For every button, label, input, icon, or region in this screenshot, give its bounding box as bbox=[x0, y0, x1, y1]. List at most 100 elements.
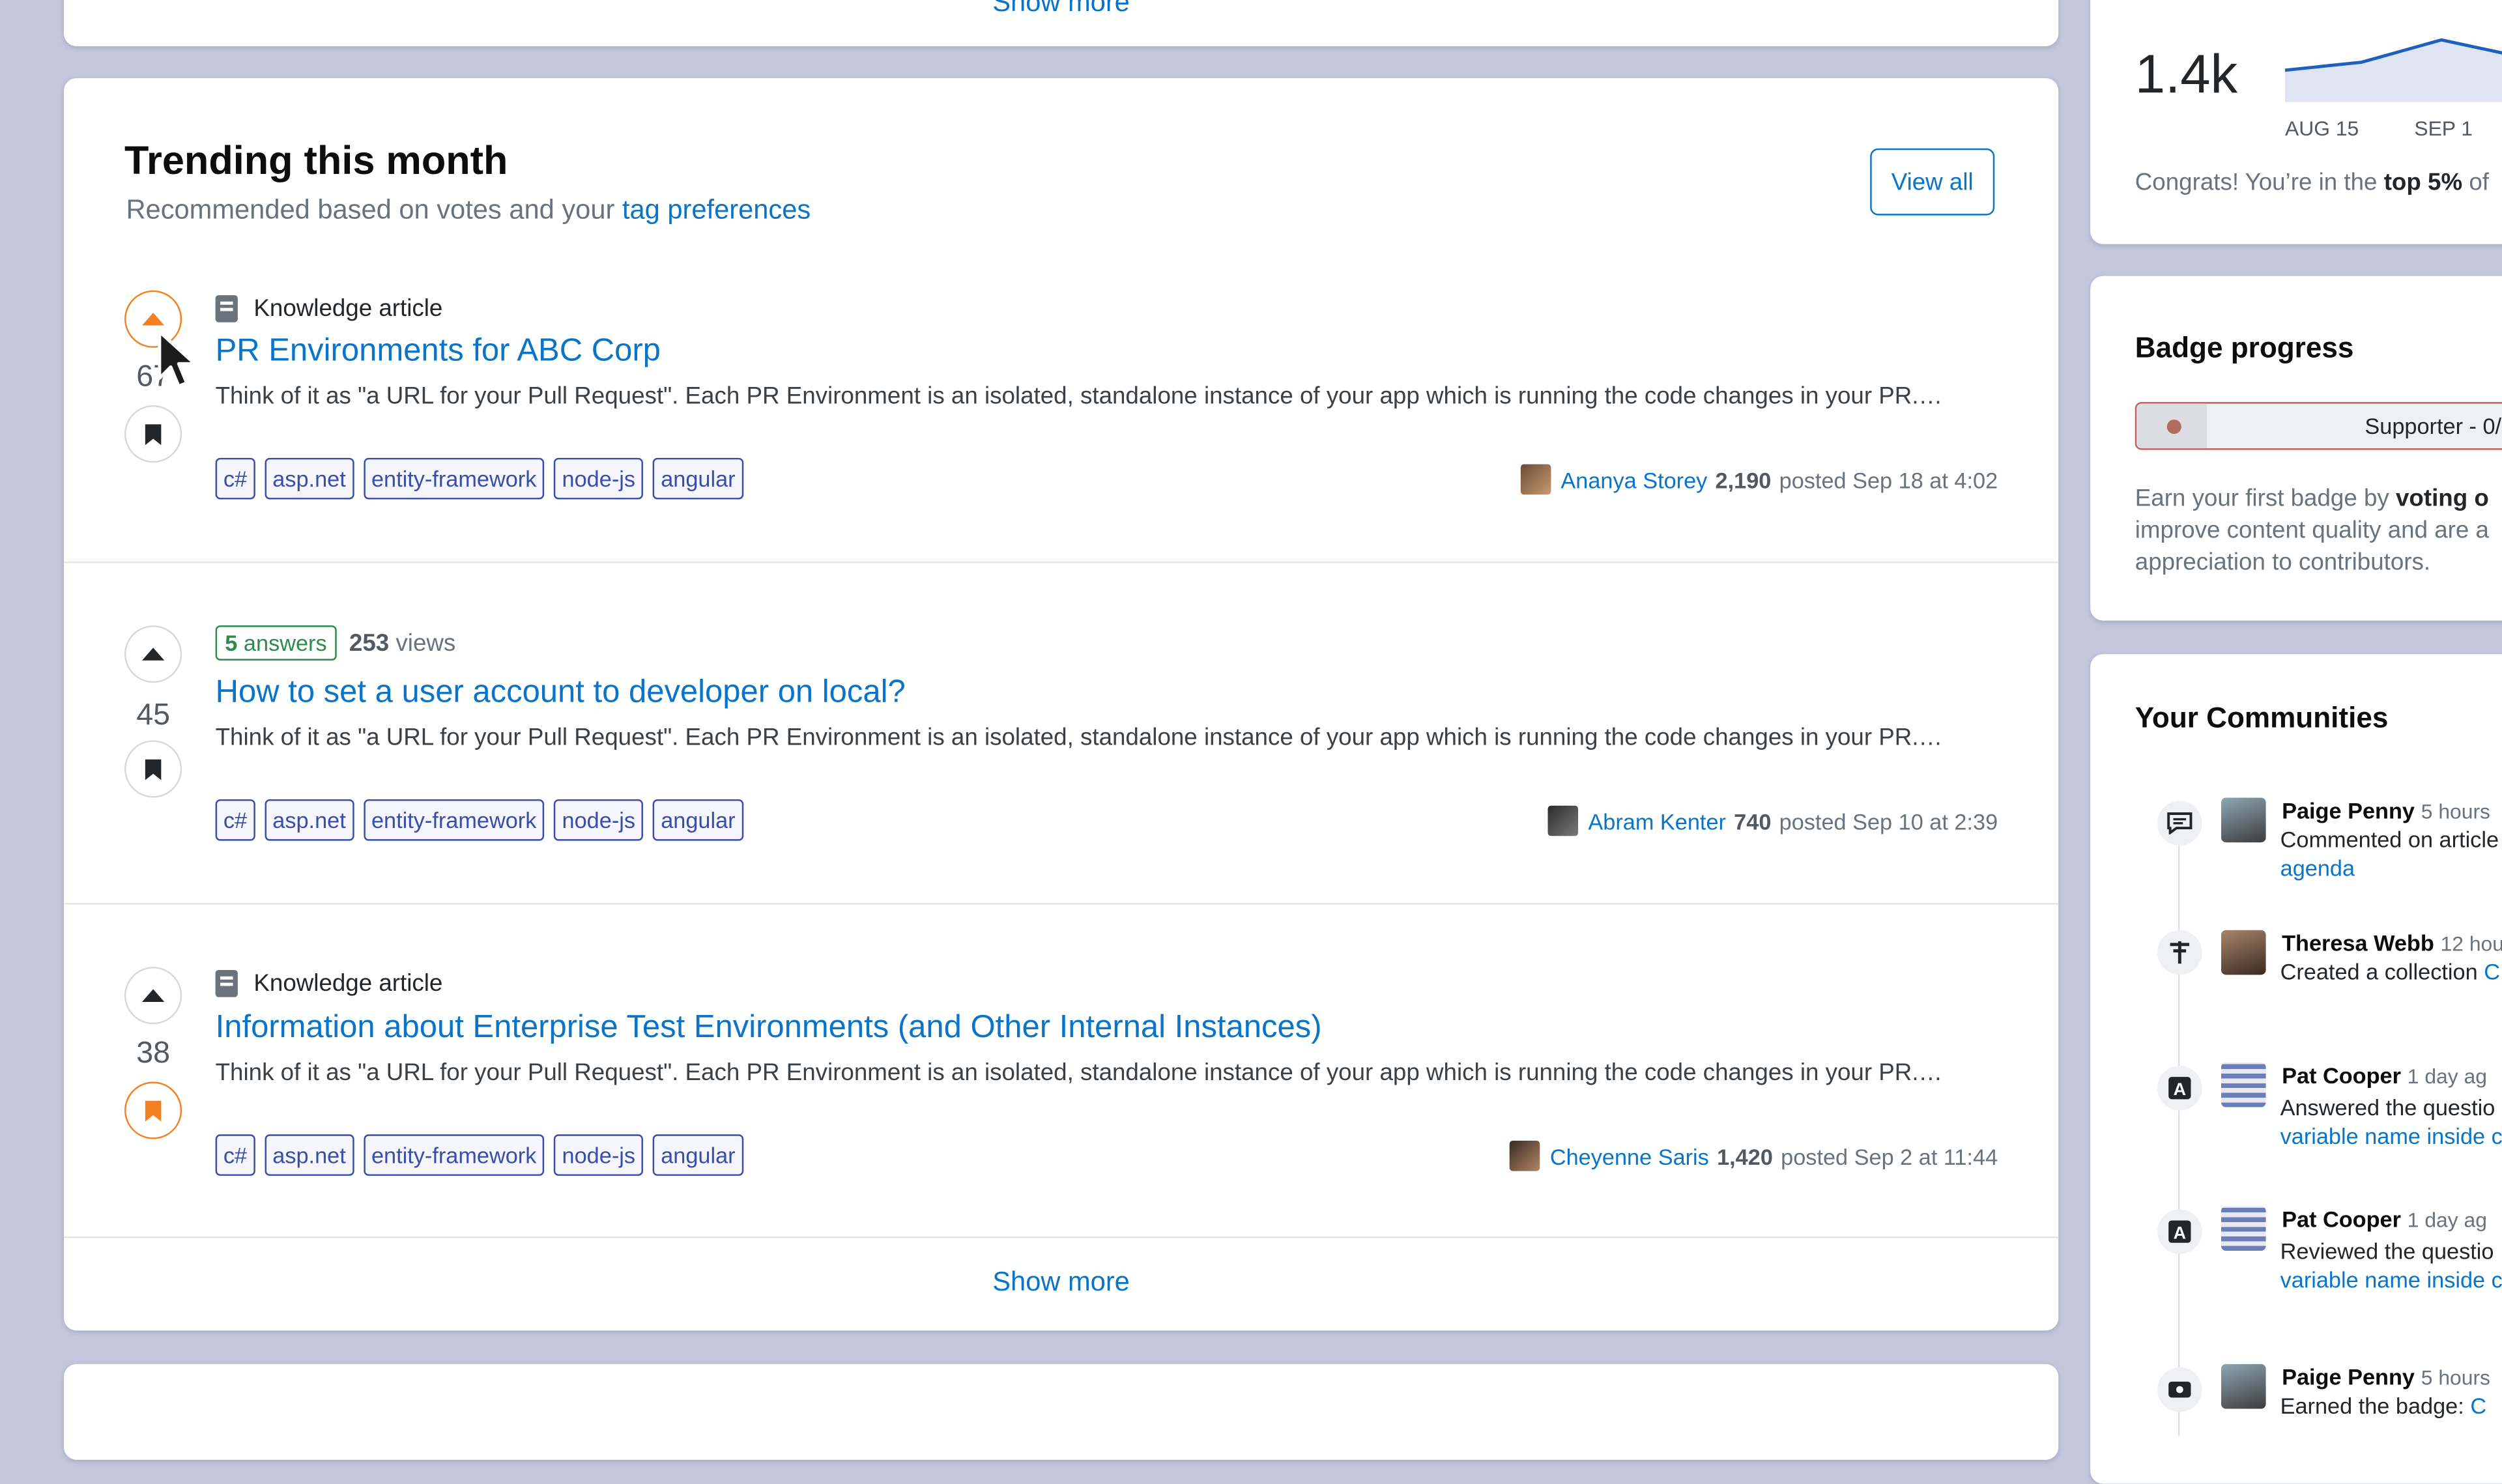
sparkline-label-sep: SEP 1 bbox=[2414, 116, 2473, 141]
upvote-arrow-icon bbox=[141, 648, 165, 661]
svg-text:A: A bbox=[2174, 1223, 2186, 1243]
post-type-label: Knowledge article bbox=[253, 295, 443, 322]
author-avatar[interactable] bbox=[1510, 1141, 1541, 1171]
post-timestamp: posted Sep 2 at 11:44 bbox=[1781, 1143, 1998, 1169]
activity-time: 5 hours bbox=[2421, 799, 2491, 823]
activity-user[interactable]: Paige Penny 5 hours bbox=[2282, 1364, 2490, 1390]
author-avatar[interactable] bbox=[1548, 805, 1579, 836]
answer-icon: A bbox=[2157, 1065, 2202, 1111]
tag-entity-framework[interactable]: entity-framework bbox=[363, 799, 545, 841]
stat-value: 1.4k bbox=[2135, 44, 2238, 106]
tag-angular[interactable]: angular bbox=[652, 457, 743, 500]
upvote-arrow-icon bbox=[141, 313, 165, 326]
activity-link[interactable]: variable name inside c bbox=[2280, 1267, 2502, 1292]
post-excerpt: Think of it as "a URL for your Pull Requ… bbox=[215, 382, 1943, 410]
activity-user[interactable]: Pat Cooper 1 day ag bbox=[2282, 1206, 2487, 1231]
bookmark-icon bbox=[145, 423, 162, 445]
vote-count: 45 bbox=[136, 698, 170, 733]
divider bbox=[63, 1236, 2059, 1238]
bookmark-icon bbox=[145, 758, 162, 780]
tag-aspnet[interactable]: asp.net bbox=[265, 457, 354, 500]
comment-icon bbox=[2157, 801, 2202, 846]
bookmark-icon bbox=[145, 1100, 162, 1121]
tag-node-js[interactable]: node-js bbox=[554, 799, 644, 841]
badge-desc-line2: improve content quality and are a bbox=[2135, 517, 2489, 545]
avatar[interactable] bbox=[2221, 930, 2266, 975]
activity-link[interactable]: variable name inside c bbox=[2280, 1123, 2502, 1149]
post-type-row: Knowledge article bbox=[215, 295, 443, 322]
tag-node-js[interactable]: node-js bbox=[554, 1134, 644, 1176]
show-more-link[interactable]: Show more bbox=[64, 1267, 2058, 1299]
upvote-arrow-icon bbox=[141, 989, 165, 1002]
collection-icon bbox=[2157, 930, 2202, 975]
upvote-button[interactable] bbox=[124, 625, 182, 683]
tag-angular[interactable]: angular bbox=[652, 799, 743, 841]
tag-csharp[interactable]: c# bbox=[215, 457, 255, 500]
tag-csharp[interactable]: c# bbox=[215, 1134, 255, 1176]
author-info: Cheyenne Saris 1,420 posted Sep 2 at 11:… bbox=[1510, 1141, 1998, 1171]
post-title-link[interactable]: Information about Enterprise Test Enviro… bbox=[216, 1010, 1322, 1046]
post-type-label: Knowledge article bbox=[253, 969, 443, 997]
tag-entity-framework[interactable]: entity-framework bbox=[363, 457, 545, 500]
tag-csharp[interactable]: c# bbox=[215, 799, 255, 841]
post-title-link[interactable]: How to set a user account to developer o… bbox=[216, 675, 906, 711]
author-reputation: 740 bbox=[1734, 808, 1772, 834]
activity-user-name[interactable]: Paige Penny bbox=[2282, 1364, 2415, 1390]
badge-desc-prefix: Earn your first badge by bbox=[2135, 485, 2396, 513]
stats-card: 1.4k AUG 15 SEP 1 Congrats! You’re in th… bbox=[2090, 0, 2502, 244]
post-excerpt: Think of it as "a URL for your Pull Requ… bbox=[215, 724, 1943, 752]
activity-inline-link[interactable]: C bbox=[2484, 959, 2500, 984]
activity-text: Earned the badge: C bbox=[2280, 1393, 2486, 1418]
avatar[interactable] bbox=[2221, 1063, 2266, 1107]
previous-section-card: Show more bbox=[63, 0, 2059, 47]
activity-user-name[interactable]: Pat Cooper bbox=[2282, 1206, 2401, 1231]
views-number: 253 bbox=[349, 629, 390, 657]
tag-angular[interactable]: angular bbox=[652, 1134, 743, 1176]
post-timestamp: posted Sep 10 at 2:39 bbox=[1779, 808, 1998, 834]
activity-text-body: Created a collection bbox=[2280, 958, 2484, 985]
previous-show-more-link[interactable]: Show more bbox=[64, 0, 2058, 19]
activity-time: 1 day ag bbox=[2407, 1064, 2487, 1089]
post-stats-row: 5 answers 253 views bbox=[215, 625, 455, 661]
post-timestamp: posted Sep 18 at 4:02 bbox=[1779, 466, 1998, 492]
avatar[interactable] bbox=[2221, 1206, 2266, 1251]
author-avatar[interactable] bbox=[1521, 464, 1551, 495]
author-name-link[interactable]: Abram Kenter bbox=[1588, 808, 1726, 833]
timeline-line bbox=[2178, 813, 2180, 1436]
views-count: 253 views bbox=[349, 629, 455, 657]
author-reputation: 1,420 bbox=[1717, 1143, 1773, 1169]
activity-user[interactable]: Pat Cooper 1 day ag bbox=[2282, 1063, 2487, 1088]
author-name-link[interactable]: Cheyenne Saris bbox=[1550, 1143, 1709, 1169]
svg-text:A: A bbox=[2174, 1079, 2186, 1099]
sparkline-label-aug: AUG 15 bbox=[2284, 116, 2359, 141]
activity-text: Reviewed the questio bbox=[2280, 1238, 2494, 1264]
communities-title: Your Communities bbox=[2135, 702, 2389, 734]
tag-aspnet[interactable]: asp.net bbox=[265, 799, 354, 841]
tag-entity-framework[interactable]: entity-framework bbox=[363, 1134, 545, 1176]
badge-progress-card: Badge progress Supporter - 0/ Earn your … bbox=[2090, 276, 2502, 621]
tag-node-js[interactable]: node-js bbox=[554, 457, 644, 500]
post-item: 45 5 answers 253 views How to set a user… bbox=[63, 563, 2059, 905]
activity-user[interactable]: Paige Penny 5 hours bbox=[2282, 798, 2490, 823]
activity-user[interactable]: Theresa Webb 12 hou bbox=[2282, 930, 2502, 956]
post-title-link[interactable]: PR Environments for ABC Corp bbox=[216, 334, 661, 370]
activity-user-name[interactable]: Paige Penny bbox=[2282, 798, 2415, 823]
avatar[interactable] bbox=[2221, 1363, 2266, 1409]
answers-count: 5 bbox=[225, 630, 238, 656]
avatar[interactable] bbox=[2221, 797, 2266, 843]
activity-user-name[interactable]: Pat Cooper bbox=[2282, 1063, 2401, 1088]
activity-link[interactable]: agenda bbox=[2280, 855, 2355, 881]
congrats-rank: top 5% bbox=[2383, 169, 2463, 197]
badge-description: Earn your first badge by voting o improv… bbox=[2135, 483, 2502, 579]
trending-card: Trending this month Recommended based on… bbox=[63, 78, 2059, 1331]
tag-aspnet[interactable]: asp.net bbox=[265, 1134, 354, 1176]
bookmark-button[interactable] bbox=[124, 1081, 182, 1139]
activity-time: 12 hou bbox=[2440, 932, 2502, 956]
author-name-link[interactable]: Ananya Storey bbox=[1560, 466, 1707, 492]
bookmark-button[interactable] bbox=[124, 740, 182, 798]
activity-user-name[interactable]: Theresa Webb bbox=[2282, 930, 2434, 956]
activity-text-body: Earned the badge: bbox=[2280, 1392, 2471, 1419]
upvote-button[interactable] bbox=[124, 967, 182, 1025]
bookmark-button[interactable] bbox=[124, 405, 182, 463]
activity-inline-link[interactable]: C bbox=[2470, 1393, 2486, 1418]
